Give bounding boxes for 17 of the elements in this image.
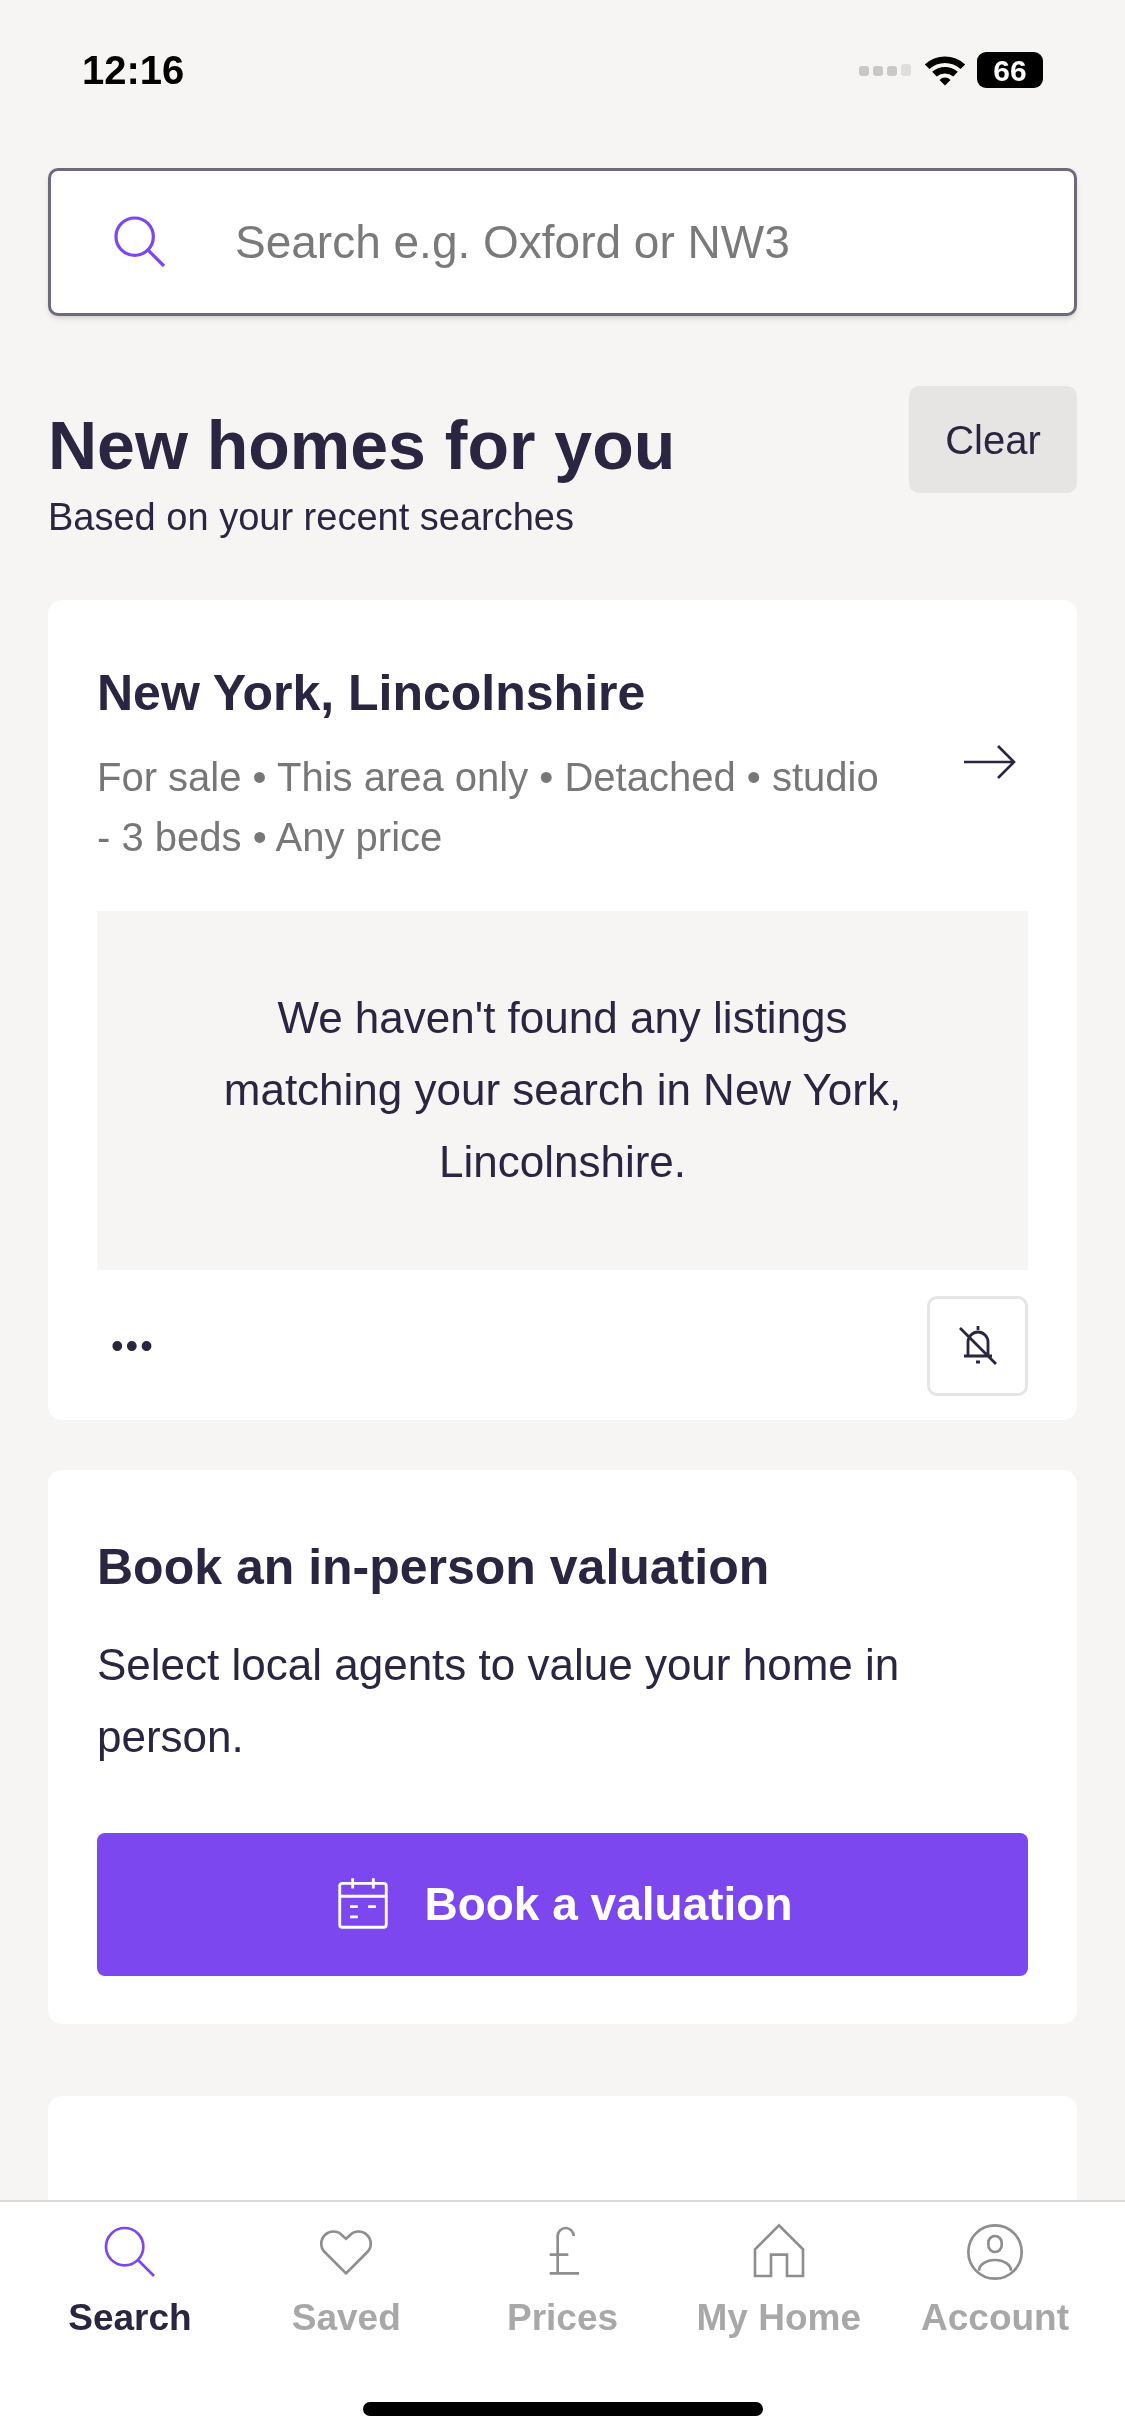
saved-search-title: New York, Lincolnshire [97,663,647,723]
alert-button[interactable] [927,1295,1028,1396]
section-subtitle: Based on your recent searches [48,494,575,540]
clear-button[interactable]: Clear [909,386,1077,493]
section-title: New homes for you [48,408,676,483]
search-criteria: For sale • This area only • Detached • studio - 3 beds • Any price [97,753,880,861]
wifi-icon [923,53,967,87]
tab-bar-item[interactable]: Search [30,2220,230,2346]
signal-icon [859,62,913,78]
valuation-title: Book an in-person valuation [97,1537,771,1597]
book-valuation-button[interactable]: Book a valuation [97,1832,1028,1976]
search-field[interactable]: Search e.g. Oxford or NW3 [48,168,1077,316]
empty-results-message: We haven't found any listings matching your search in New York, Lincolnshire. [222,992,903,1189]
status-time: 12:16 [82,47,185,94]
valuation-description: Select local agents to value your home in person. [97,1638,901,1763]
more-button[interactable]: ••• [97,1318,155,1373]
battery-indicator: 66 [977,52,1043,88]
